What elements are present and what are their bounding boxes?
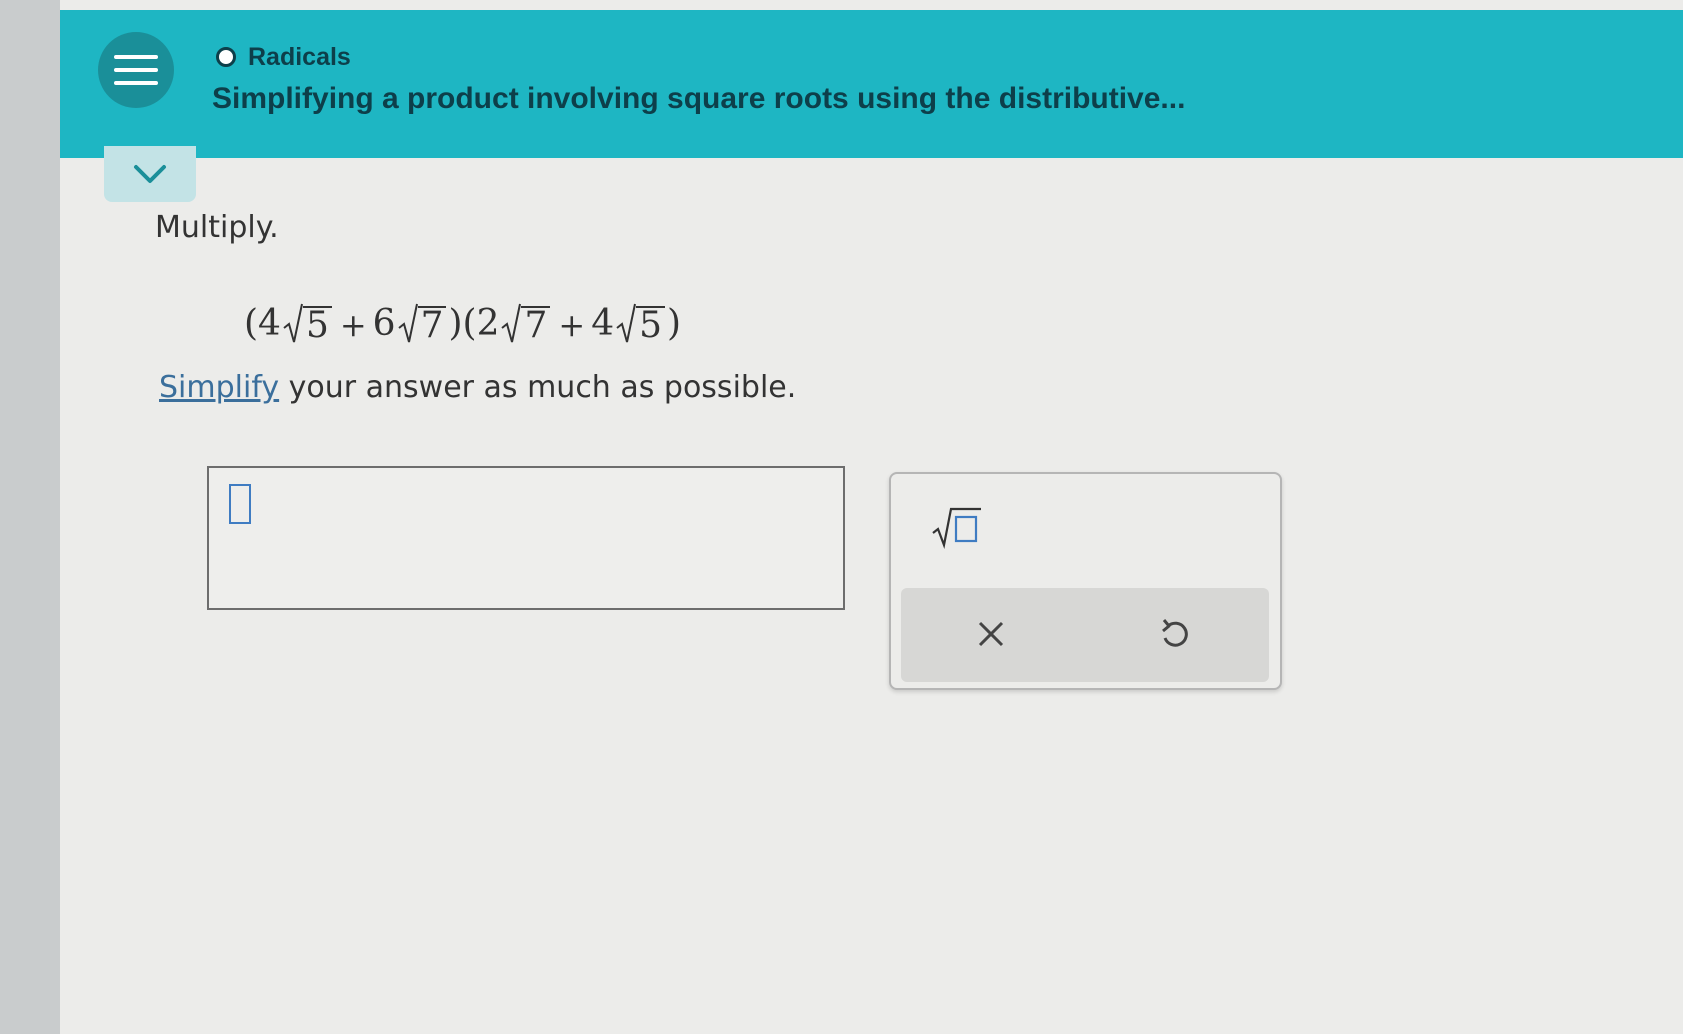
radicand: 7 <box>521 306 551 344</box>
menu-icon-bar <box>114 68 158 72</box>
collapse-button[interactable] <box>104 146 196 202</box>
radicand: 5 <box>636 306 666 344</box>
question-instruction: Multiply. <box>155 210 279 245</box>
radical-sign-icon <box>397 303 418 343</box>
topic-row: Radicals <box>216 40 351 74</box>
undo-icon <box>1162 619 1188 647</box>
coefficient: 2 <box>476 303 500 344</box>
simplify-text: your answer as much as possible. <box>279 370 797 405</box>
page-title: Simplifying a product involving square r… <box>212 82 1186 115</box>
radicand: 5 <box>302 306 332 344</box>
simplify-instruction: Simplify your answer as much as possible… <box>159 370 796 405</box>
math-expression: ( 4 5 + 6 7 ) ( 2 7 + 4 5 ) <box>244 284 681 344</box>
radical-sign-icon <box>616 303 637 343</box>
radical-sign-icon <box>283 303 303 343</box>
undo-button[interactable] <box>1144 606 1204 662</box>
paren-close: ) <box>448 303 463 344</box>
clear-button[interactable] <box>961 606 1021 662</box>
topic-label: Radicals <box>248 42 351 71</box>
square-root-term: 7 <box>397 302 447 344</box>
keypad-action-bar <box>901 588 1269 682</box>
radicand: 7 <box>417 306 447 344</box>
plus-operator: + <box>339 306 367 344</box>
coefficient: 4 <box>591 303 615 344</box>
radical-sign-icon <box>501 303 522 343</box>
progress-circle-icon <box>216 47 236 67</box>
coefficient: 4 <box>258 303 281 344</box>
math-keypad <box>889 472 1282 690</box>
menu-button[interactable] <box>98 32 174 108</box>
menu-icon-bar <box>114 81 158 85</box>
square-root-icon <box>932 507 981 549</box>
simplify-link[interactable]: Simplify <box>159 370 279 405</box>
answer-input[interactable] <box>207 466 845 610</box>
close-icon <box>978 621 1004 647</box>
paren-open: ( <box>244 303 259 344</box>
plus-operator: + <box>558 306 586 344</box>
paren-open: ( <box>462 303 477 344</box>
square-root-term: 5 <box>283 302 332 344</box>
square-root-key[interactable] <box>927 502 987 552</box>
menu-icon-bar <box>114 55 158 59</box>
input-placeholder-box <box>229 484 251 524</box>
chevron-down-icon <box>134 165 166 183</box>
coefficient: 6 <box>372 303 396 344</box>
square-root-term: 7 <box>501 302 551 344</box>
square-root-term: 5 <box>616 302 666 344</box>
paren-close: ) <box>667 303 682 344</box>
